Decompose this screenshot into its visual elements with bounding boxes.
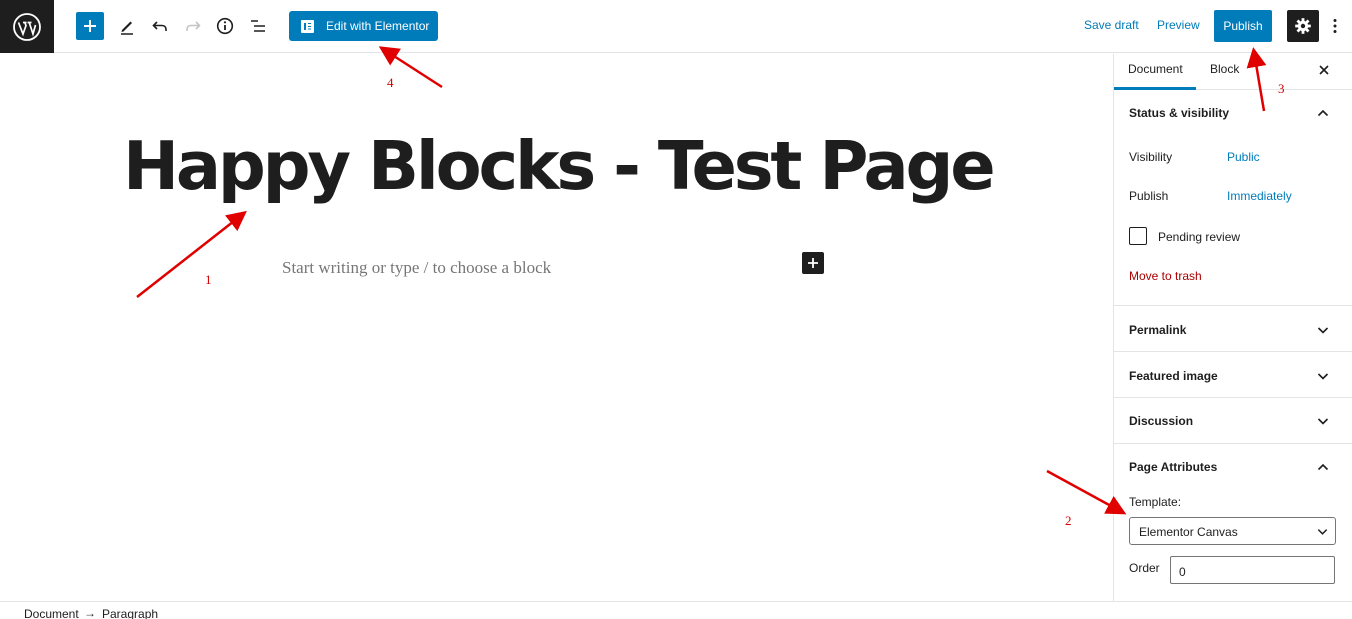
visibility-toggle[interactable]: Public xyxy=(1227,150,1260,164)
close-sidebar-button[interactable] xyxy=(1314,60,1334,80)
chevron-down-icon xyxy=(1317,373,1329,380)
sidebar-tabs: Document Block xyxy=(1114,54,1352,90)
edit-with-elementor-button[interactable]: Edit with Elementor xyxy=(289,11,438,41)
settings-button[interactable] xyxy=(1287,10,1319,42)
inline-add-block-button[interactable] xyxy=(802,252,824,274)
list-view-icon xyxy=(251,20,265,32)
save-draft-button[interactable]: Save draft xyxy=(1084,18,1139,32)
annotation-number-3: 3 xyxy=(1278,81,1285,96)
template-select[interactable]: Elementor Canvas xyxy=(1129,517,1336,545)
page-attributes-heading: Page Attributes xyxy=(1129,460,1218,474)
featured-image-heading: Featured image xyxy=(1129,369,1218,383)
annotation-number-1: 1 xyxy=(205,272,212,287)
visibility-label: Visibility xyxy=(1129,150,1173,164)
elementor-icon xyxy=(301,19,314,33)
chevron-up-icon xyxy=(1317,109,1329,117)
order-input[interactable]: 0 xyxy=(1170,556,1335,584)
redo-icon xyxy=(186,21,201,31)
template-label: Template: xyxy=(1129,495,1182,509)
annotation-number-2: 2 xyxy=(1065,513,1072,528)
block-navigation-button[interactable] xyxy=(244,12,272,40)
pencil-icon xyxy=(121,21,133,35)
plus-icon xyxy=(808,258,818,268)
active-tab-indicator xyxy=(1114,87,1196,90)
editor-toolbar: Edit with Elementor Save draft Preview P… xyxy=(0,0,1352,53)
preview-button[interactable]: Preview xyxy=(1157,18,1200,32)
content-info-button[interactable] xyxy=(211,12,239,40)
panel-divider xyxy=(1114,351,1352,352)
post-title[interactable]: Happy Blocks - Test Page xyxy=(123,126,996,206)
tab-block[interactable]: Block xyxy=(1210,62,1239,76)
wordpress-logo-icon[interactable] xyxy=(0,0,54,53)
settings-sidebar: Document Block Status & visibility Visib… xyxy=(1113,54,1352,601)
publish-button[interactable]: Publish xyxy=(1214,10,1272,42)
breadcrumb-separator: → xyxy=(84,606,96,619)
discussion-heading: Discussion xyxy=(1129,414,1194,428)
order-label: Order xyxy=(1129,561,1160,575)
chevron-down-icon xyxy=(1317,418,1329,425)
status-visibility-heading: Status & visibility xyxy=(1129,106,1230,120)
pending-review-label[interactable]: Pending review xyxy=(1158,230,1240,244)
permalink-heading: Permalink xyxy=(1129,323,1187,337)
undo-button[interactable] xyxy=(146,12,174,40)
chevron-down-icon xyxy=(1317,529,1328,535)
breadcrumb-document[interactable]: Document xyxy=(24,607,79,619)
redo-button[interactable] xyxy=(179,12,207,40)
panel-divider xyxy=(1114,397,1352,398)
info-icon xyxy=(216,17,234,35)
paragraph-placeholder[interactable]: Start writing or type / to choose a bloc… xyxy=(282,258,551,278)
publish-date-toggle[interactable]: Immediately xyxy=(1227,189,1292,203)
chevron-up-icon xyxy=(1317,463,1329,471)
tools-button[interactable] xyxy=(113,12,141,40)
move-to-trash-button[interactable]: Move to trash xyxy=(1129,269,1202,283)
template-select-value: Elementor Canvas xyxy=(1139,525,1238,539)
pending-review-checkbox[interactable] xyxy=(1129,227,1147,245)
block-breadcrumb: Document → Paragraph xyxy=(0,601,1352,619)
close-icon xyxy=(1319,65,1329,75)
more-vertical-icon xyxy=(1333,19,1337,33)
publish-label: Publish xyxy=(1129,189,1169,203)
annotation-number-4: 4 xyxy=(387,75,394,90)
editor-canvas: Happy Blocks - Test Page Start writing o… xyxy=(0,54,1113,601)
undo-icon xyxy=(152,21,167,31)
wordpress-icon xyxy=(13,12,41,41)
tab-document[interactable]: Document xyxy=(1128,62,1183,76)
breadcrumb-paragraph[interactable]: Paragraph xyxy=(102,607,158,619)
panel-divider xyxy=(1114,305,1352,306)
panel-divider xyxy=(1114,443,1352,444)
gear-icon xyxy=(1295,18,1311,34)
more-options-button[interactable] xyxy=(1326,14,1344,38)
add-block-button[interactable] xyxy=(76,12,104,40)
plus-icon xyxy=(84,20,96,32)
edit-with-elementor-label: Edit with Elementor xyxy=(326,19,430,33)
chevron-down-icon xyxy=(1317,327,1329,334)
